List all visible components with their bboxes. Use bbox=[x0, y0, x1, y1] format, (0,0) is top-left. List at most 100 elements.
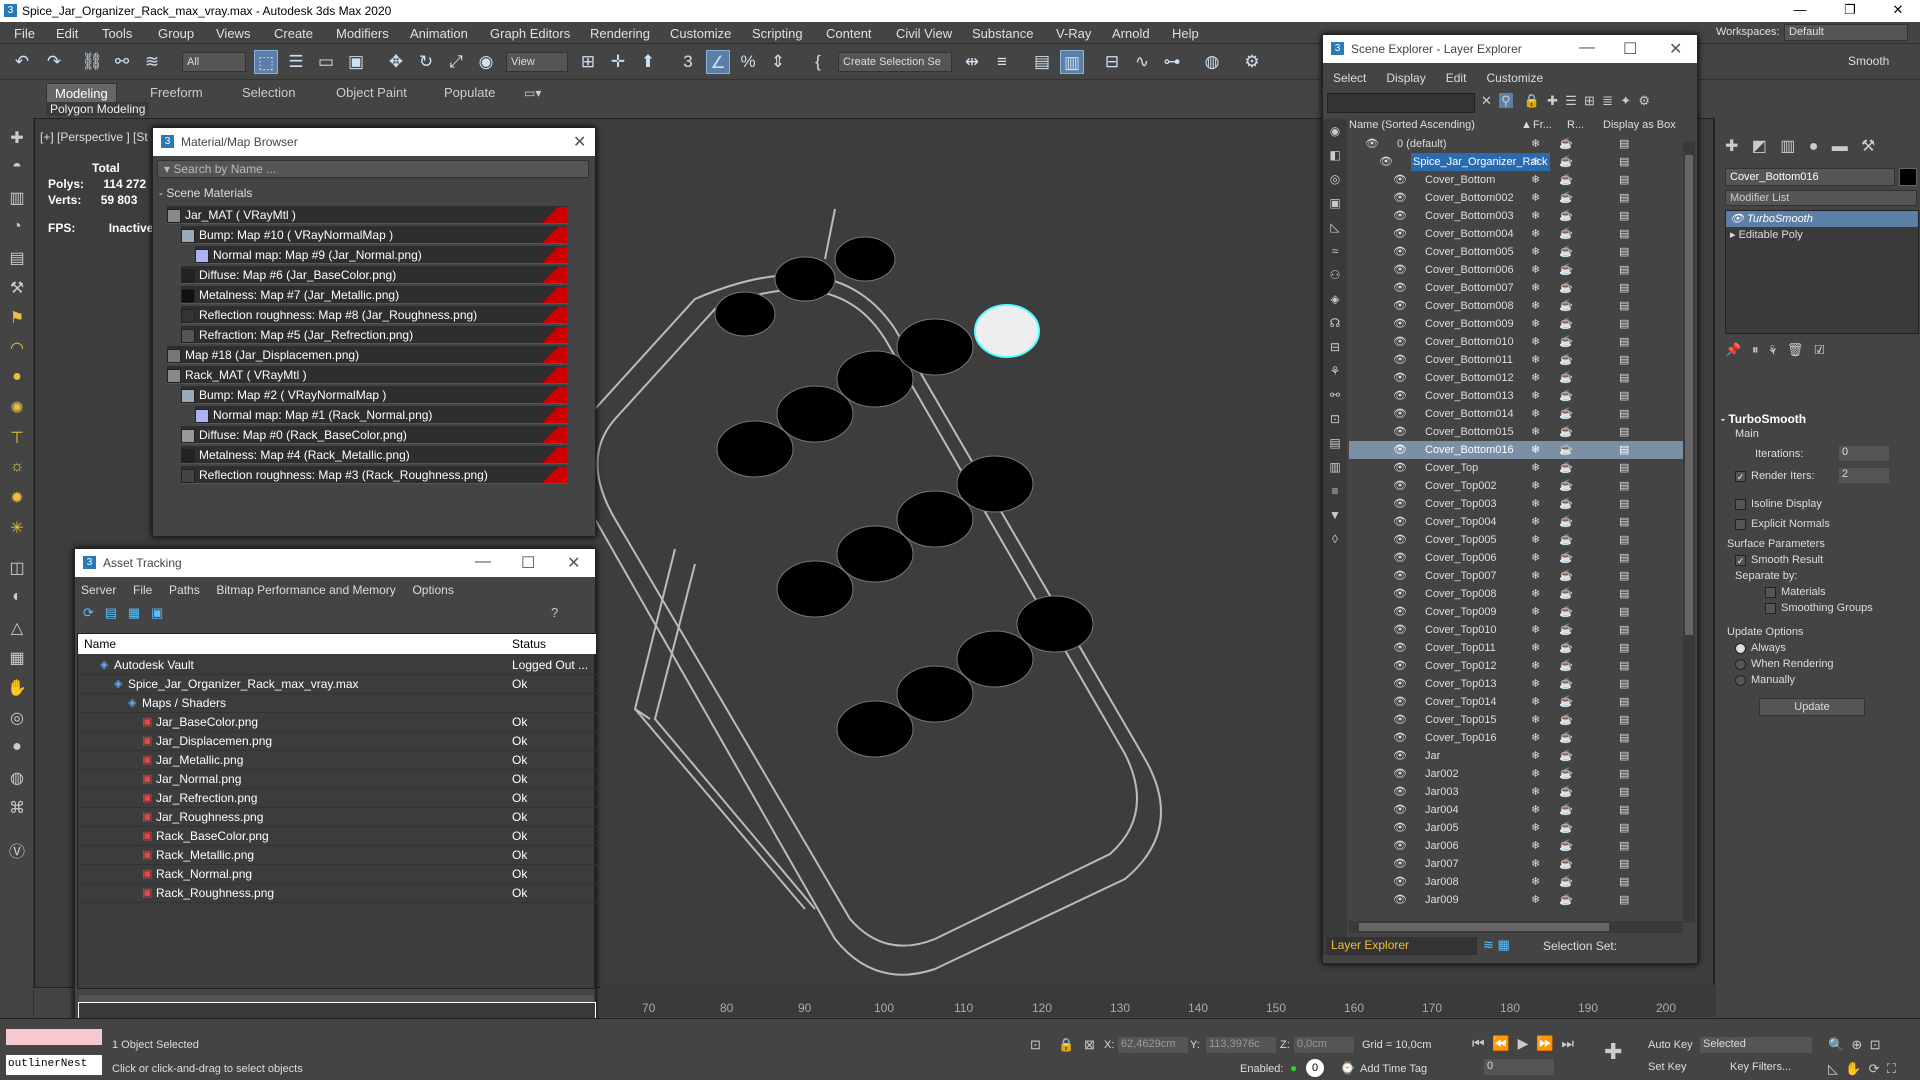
table-view-icon[interactable]: ▣ bbox=[151, 605, 163, 620]
material-item[interactable]: Metalness: Map #7 (Jar_Metallic.png) bbox=[181, 286, 567, 304]
scene-tree-item[interactable]: 👁 Jar004 ❄ ☕ ▤ bbox=[1349, 801, 1683, 819]
renderable-icon[interactable]: ☕ bbox=[1559, 351, 1573, 369]
visibility-eye-icon[interactable]: 👁 bbox=[1393, 261, 1407, 279]
display-as-box-icon[interactable]: ▤ bbox=[1619, 405, 1629, 423]
create-icon[interactable]: ✚ bbox=[5, 128, 29, 150]
pivot-center-icon[interactable]: ⊞ bbox=[576, 50, 600, 74]
display-as-box-icon[interactable]: ▤ bbox=[1619, 801, 1629, 819]
redo-icon[interactable]: ↷ bbox=[42, 50, 66, 74]
visibility-eye-icon[interactable]: 👁 bbox=[1393, 459, 1407, 477]
visibility-eye-icon[interactable]: 👁 bbox=[1393, 657, 1407, 675]
menu-tools[interactable]: Tools bbox=[102, 26, 132, 41]
scene-tree-item[interactable]: 👁 Cover_Bottom016 ❄ ☕ ▤ bbox=[1349, 441, 1683, 459]
scene-tree-item[interactable]: 👁 Spice_Jar_Organizer_Rack ❄ ☕ ▤ bbox=[1349, 153, 1683, 171]
visibility-eye-icon[interactable]: 👁 bbox=[1393, 639, 1407, 657]
material-item[interactable]: Bump: Map #10 ( VRayNormalMap ) bbox=[181, 226, 567, 244]
freeze-icon[interactable]: ❄ bbox=[1531, 819, 1540, 837]
scene-tree-item[interactable]: 👁 Cover_Bottom009 ❄ ☕ ▤ bbox=[1349, 315, 1683, 333]
scene-tree-item[interactable]: 👁 Cover_Top012 ❄ ☕ ▤ bbox=[1349, 657, 1683, 675]
freeze-icon[interactable]: ❄ bbox=[1531, 783, 1540, 801]
renderable-icon[interactable]: ☕ bbox=[1559, 513, 1573, 531]
scene-tree-item[interactable]: 👁 Jar009 ❄ ☕ ▤ bbox=[1349, 891, 1683, 909]
visibility-eye-icon[interactable]: 👁 bbox=[1393, 873, 1407, 891]
freeze-icon[interactable]: ❄ bbox=[1531, 639, 1540, 657]
display-as-box-icon[interactable]: ▤ bbox=[1619, 891, 1629, 909]
scene-tree-item[interactable]: 👁 Cover_Bottom011 ❄ ☕ ▤ bbox=[1349, 351, 1683, 369]
helper-icon[interactable]: ⊤ bbox=[5, 428, 29, 450]
material-item[interactable]: Reflection roughness: Map #8 (Jar_Roughn… bbox=[181, 306, 567, 324]
asset-row[interactable]: ▣ Rack_Normal.png Ok bbox=[78, 865, 598, 884]
visibility-eye-icon[interactable]: 👁 bbox=[1393, 225, 1407, 243]
display-as-box-icon[interactable]: ▤ bbox=[1619, 297, 1629, 315]
tube-icon[interactable]: ◍ bbox=[5, 768, 29, 790]
freeze-icon[interactable]: ❄ bbox=[1531, 441, 1540, 459]
se-col-frozen[interactable]: Fr... bbox=[1533, 119, 1552, 131]
scene-tree-item[interactable]: 👁 Jar ❄ ☕ ▤ bbox=[1349, 747, 1683, 765]
modifier-stack-turbosmooth[interactable]: 👁 TurboSmooth bbox=[1726, 211, 1918, 227]
renderable-icon[interactable]: ☕ bbox=[1559, 477, 1573, 495]
render-setup-icon[interactable]: ⚙ bbox=[1240, 50, 1264, 74]
placement-icon[interactable]: ◉ bbox=[474, 50, 498, 74]
options-icon[interactable]: ⚙ bbox=[1638, 93, 1650, 108]
asset-row[interactable]: ▣ Jar_BaseColor.png Ok bbox=[78, 713, 598, 732]
align-icon[interactable]: ≡ bbox=[990, 50, 1014, 74]
display-as-box-icon[interactable]: ▤ bbox=[1619, 837, 1629, 855]
se-col-render[interactable]: R... bbox=[1567, 119, 1584, 131]
display-as-box-icon[interactable]: ▤ bbox=[1619, 423, 1629, 441]
display-as-box-icon[interactable]: ▤ bbox=[1619, 729, 1629, 747]
freeze-icon[interactable]: ❄ bbox=[1531, 153, 1540, 171]
clear-search-icon[interactable]: ✕ bbox=[1481, 93, 1492, 108]
tab-freeform[interactable]: Freeform bbox=[142, 83, 211, 102]
object-color-swatch[interactable] bbox=[1899, 168, 1917, 186]
freeze-icon[interactable]: ❄ bbox=[1531, 567, 1540, 585]
scale-icon[interactable]: ⤢ bbox=[444, 50, 468, 74]
set-key-big-icon[interactable]: ✚ bbox=[1604, 1039, 1622, 1065]
display-as-box-icon[interactable]: ▤ bbox=[1619, 819, 1629, 837]
material-item[interactable]: Bump: Map #2 ( VRayNormalMap ) bbox=[181, 386, 567, 404]
se-scroll-thumb[interactable] bbox=[1685, 155, 1693, 635]
fov-icon[interactable]: ◺ bbox=[1828, 1061, 1838, 1076]
curve-editor-icon[interactable]: ∿ bbox=[1130, 50, 1154, 74]
renderable-icon[interactable]: ☕ bbox=[1559, 585, 1573, 603]
freeze-icon[interactable]: ❄ bbox=[1531, 225, 1540, 243]
tab-populate[interactable]: Populate bbox=[436, 83, 503, 102]
display-as-box-icon[interactable]: ▤ bbox=[1619, 585, 1629, 603]
particles-icon[interactable]: ✺ bbox=[5, 398, 29, 420]
renderable-icon[interactable]: ☕ bbox=[1559, 387, 1573, 405]
menu-arnold[interactable]: Arnold bbox=[1112, 26, 1150, 41]
spacewarp-icon[interactable]: ☼ bbox=[5, 458, 29, 480]
menu-rendering[interactable]: Rendering bbox=[590, 26, 650, 41]
renderable-icon[interactable]: ☕ bbox=[1559, 441, 1573, 459]
visibility-eye-icon[interactable]: 👁 bbox=[1393, 315, 1407, 333]
modify-icon[interactable]: ◓ bbox=[5, 158, 29, 180]
display-as-box-icon[interactable]: ▤ bbox=[1619, 189, 1629, 207]
freeze-icon[interactable]: ❄ bbox=[1531, 711, 1540, 729]
configure-sets-icon[interactable]: ☑ bbox=[1814, 342, 1824, 357]
material-item[interactable]: Normal map: Map #1 (Rack_Normal.png) bbox=[195, 406, 567, 424]
smoothing-groups-checkbox[interactable] bbox=[1765, 602, 1776, 614]
when-rendering-radio[interactable] bbox=[1735, 658, 1746, 670]
display-as-box-icon[interactable]: ▤ bbox=[1619, 207, 1629, 225]
layer-explorer-dropdown[interactable]: Layer Explorer bbox=[1327, 937, 1477, 955]
always-radio[interactable] bbox=[1735, 642, 1746, 654]
rotate-icon[interactable]: ↻ bbox=[414, 50, 438, 74]
close-icon[interactable]: ✕ bbox=[1669, 39, 1682, 59]
material-item[interactable]: Reflection roughness: Map #3 (Rack_Rough… bbox=[181, 466, 567, 484]
freeze-icon[interactable]: ❄ bbox=[1531, 495, 1540, 513]
asset-row[interactable]: ◈ Autodesk Vault Logged Out ... bbox=[78, 656, 598, 675]
text-icon[interactable]: ⌘ bbox=[5, 798, 29, 820]
freeze-icon[interactable]: ❄ bbox=[1531, 243, 1540, 261]
asset-row[interactable]: ▣ Jar_Metallic.png Ok bbox=[78, 751, 598, 770]
display-as-box-icon[interactable]: ▤ bbox=[1619, 225, 1629, 243]
zoom-all-icon[interactable]: ⊕ bbox=[1851, 1037, 1862, 1052]
shape-icon[interactable]: ◠ bbox=[5, 338, 29, 360]
sphere-icon[interactable]: ◐ bbox=[5, 588, 29, 610]
menu-customize[interactable]: Customize bbox=[670, 26, 731, 41]
renderable-icon[interactable]: ☕ bbox=[1559, 225, 1573, 243]
torus-icon[interactable]: ◎ bbox=[5, 708, 29, 730]
window-crossing-icon[interactable]: ▣ bbox=[344, 50, 368, 74]
renderable-icon[interactable]: ☕ bbox=[1559, 639, 1573, 657]
minimize-button[interactable]: — bbox=[1780, 2, 1820, 20]
rect-selection-icon[interactable]: ▭ bbox=[314, 50, 338, 74]
material-editor-icon[interactable]: ◍ bbox=[1200, 50, 1224, 74]
